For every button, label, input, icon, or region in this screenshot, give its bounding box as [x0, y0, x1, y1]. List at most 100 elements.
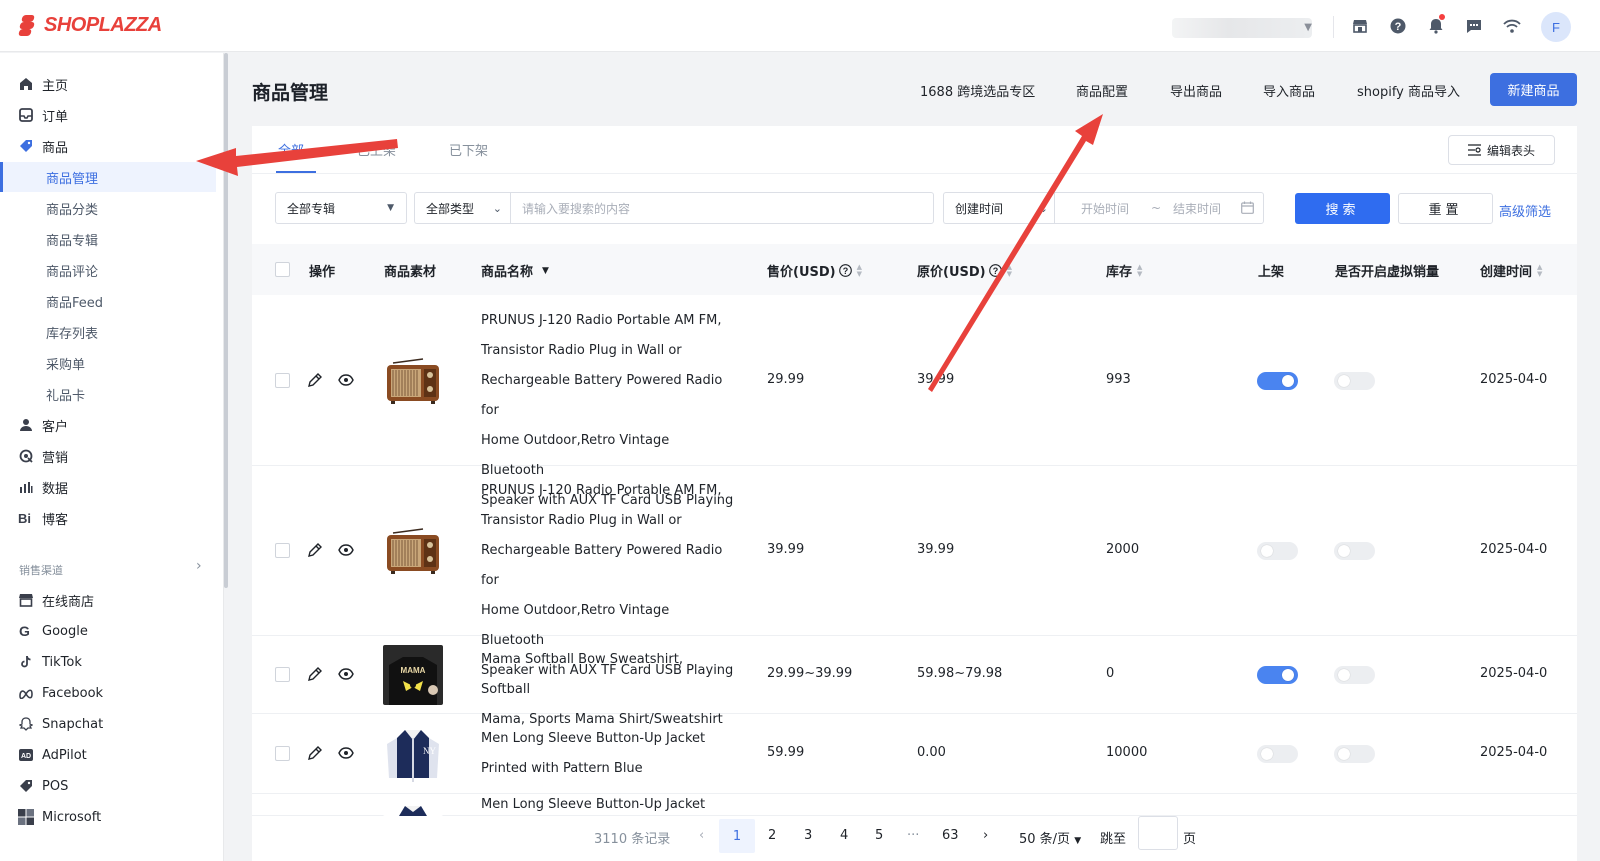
edit-columns-button[interactable]: 编辑表头: [1448, 135, 1555, 165]
collection-select[interactable]: 全部专辑 ▼: [275, 192, 407, 224]
product-thumbnail[interactable]: [383, 521, 443, 581]
row-checkbox[interactable]: [275, 373, 290, 388]
edit-pencil-icon[interactable]: [307, 543, 323, 559]
row-checkbox[interactable]: [275, 667, 290, 682]
virtual-sales-toggle[interactable]: [1334, 542, 1375, 560]
sidebar-item-product-reviews[interactable]: 商品评论: [0, 255, 216, 285]
sidebar-item-microsoft[interactable]: Microsoft: [0, 802, 216, 832]
sidebar-item-gift-card[interactable]: 礼品卡: [0, 379, 216, 409]
preview-eye-icon[interactable]: [338, 668, 354, 684]
table-row[interactable]: Men Long Sleeve Button-Up Jacket: [252, 794, 1577, 816]
tab-unlisted[interactable]: 已下架: [449, 140, 488, 159]
advanced-filter-link[interactable]: 高级筛选: [1499, 201, 1551, 220]
reset-button[interactable]: 重置: [1398, 193, 1493, 224]
page-2[interactable]: 2: [768, 828, 776, 843]
sidebar-item-google[interactable]: G Google: [0, 616, 216, 646]
sidebar-scrollbar[interactable]: [224, 53, 228, 588]
edit-pencil-icon[interactable]: [307, 746, 323, 762]
link-shopify-import[interactable]: shopify 商品导入: [1357, 81, 1460, 100]
virtual-sales-toggle[interactable]: [1334, 745, 1375, 763]
sidebar-item-inventory[interactable]: 库存列表: [0, 317, 216, 347]
page-5[interactable]: 5: [875, 828, 883, 843]
bell-icon[interactable]: [1425, 14, 1447, 37]
page-4[interactable]: 4: [840, 828, 848, 843]
chevron-right-icon[interactable]: ›: [196, 558, 202, 574]
preview-eye-icon[interactable]: [338, 374, 354, 390]
link-1688-sourcing[interactable]: 1688 跨境选品专区: [920, 81, 1035, 100]
link-product-settings[interactable]: 商品配置: [1076, 81, 1128, 100]
store-icon[interactable]: [1349, 15, 1371, 37]
table-row[interactable]: PRUNUS J-120 Radio Portable AM FM, Transi…: [252, 466, 1577, 678]
product-thumbnail[interactable]: [383, 351, 443, 411]
sidebar-item-customers[interactable]: 客户: [0, 410, 216, 440]
row-checkbox[interactable]: [275, 543, 290, 558]
type-select[interactable]: 全部类型 ⌄: [414, 192, 510, 224]
page-63[interactable]: 63: [942, 828, 959, 843]
sidebar-item-products[interactable]: 商品: [0, 131, 216, 161]
wifi-icon[interactable]: [1501, 15, 1523, 37]
sidebar-item-pos[interactable]: POS: [0, 771, 216, 801]
listed-toggle[interactable]: [1257, 542, 1298, 560]
column-header-original-price[interactable]: 原价(USD) ? ▲ ▼: [917, 261, 1012, 280]
listed-toggle[interactable]: [1257, 666, 1298, 684]
column-header-created[interactable]: 创建时间 ▲ ▼: [1480, 261, 1542, 280]
sidebar-item-product-collection[interactable]: 商品专辑: [0, 224, 216, 254]
link-import-products[interactable]: 导入商品: [1263, 81, 1315, 100]
sidebar-item-analytics[interactable]: 数据: [0, 472, 216, 502]
row-checkbox[interactable]: [275, 746, 290, 761]
sidebar-item-marketing[interactable]: 营销: [0, 441, 216, 471]
sidebar-item-tiktok[interactable]: TikTok: [0, 647, 216, 677]
sidebar-item-facebook[interactable]: Facebook: [0, 678, 216, 708]
select-all-checkbox[interactable]: [275, 262, 290, 277]
sidebar-item-home[interactable]: 主页: [0, 69, 216, 99]
shoplazza-logo[interactable]: SHOPLAZZA: [18, 13, 162, 37]
table-row[interactable]: MAMA Mama Softball Bow Sweatshirt, Softba…: [252, 636, 1577, 727]
table-row[interactable]: NY Men Long Sleeve Button-Up Jacket Printe…: [252, 714, 1577, 794]
search-input[interactable]: 请输入要搜索的内容: [510, 192, 934, 224]
jump-page-input[interactable]: [1138, 816, 1178, 850]
column-header-name[interactable]: 商品名称 ▼: [481, 261, 549, 280]
store-selector[interactable]: ▼: [1172, 18, 1312, 38]
edit-pencil-icon[interactable]: [307, 373, 323, 389]
search-button[interactable]: 搜索: [1295, 193, 1390, 224]
product-name[interactable]: Men Long Sleeve Button-Up Jacket Printed …: [481, 724, 736, 784]
listed-toggle[interactable]: [1257, 372, 1298, 390]
sidebar-item-online-store[interactable]: 在线商店: [0, 585, 216, 615]
virtual-sales-toggle[interactable]: [1334, 372, 1375, 390]
table-row[interactable]: PRUNUS J-120 Radio Portable AM FM, Transi…: [252, 296, 1577, 508]
next-page-icon[interactable]: ›: [983, 828, 988, 843]
sidebar-item-product-feed[interactable]: 商品Feed: [0, 286, 216, 316]
page-ellipsis[interactable]: ···: [907, 828, 919, 843]
sidebar-item-blog[interactable]: Bi 博客: [0, 503, 216, 533]
sidebar-item-orders[interactable]: 订单: [0, 100, 216, 130]
tab-listed[interactable]: 已上架: [357, 140, 396, 159]
page-3[interactable]: 3: [804, 828, 812, 843]
column-header-price[interactable]: 售价(USD) ? ▲ ▼: [767, 261, 862, 280]
column-header-stock[interactable]: 库存 ▲ ▼: [1106, 261, 1142, 280]
link-export-products[interactable]: 导出商品: [1170, 81, 1222, 100]
product-thumbnail[interactable]: NY: [383, 724, 443, 784]
listed-toggle[interactable]: [1257, 745, 1298, 763]
sidebar-item-product-category[interactable]: 商品分类: [0, 193, 216, 223]
preview-eye-icon[interactable]: [338, 544, 354, 560]
date-range-picker[interactable]: 开始时间 ~ 结束时间: [1054, 192, 1264, 224]
tab-all[interactable]: 全部: [278, 140, 304, 159]
preview-eye-icon[interactable]: [338, 747, 354, 763]
sidebar-item-product-management[interactable]: 商品管理: [0, 162, 216, 192]
help-icon[interactable]: ?: [1387, 15, 1409, 37]
avatar[interactable]: F: [1541, 12, 1571, 42]
product-thumbnail[interactable]: [383, 794, 443, 816]
date-field-select[interactable]: 创建时间 ⌄: [943, 192, 1054, 224]
chat-icon[interactable]: [1463, 15, 1485, 37]
columns-icon: [1467, 144, 1481, 156]
page-size-select[interactable]: 50 条/页 ▼: [1019, 828, 1081, 847]
new-product-button[interactable]: 新建商品: [1490, 73, 1577, 106]
sidebar-item-adpilot[interactable]: AD AdPilot: [0, 740, 216, 770]
sidebar-item-purchase-order[interactable]: 采购单: [0, 348, 216, 378]
edit-pencil-icon[interactable]: [307, 667, 323, 683]
product-thumbnail[interactable]: MAMA: [383, 645, 443, 705]
prev-page-icon[interactable]: ‹: [699, 828, 704, 843]
page-1-current[interactable]: 1: [719, 819, 755, 853]
sidebar-item-snapchat[interactable]: Snapchat: [0, 709, 216, 739]
virtual-sales-toggle[interactable]: [1334, 666, 1375, 684]
